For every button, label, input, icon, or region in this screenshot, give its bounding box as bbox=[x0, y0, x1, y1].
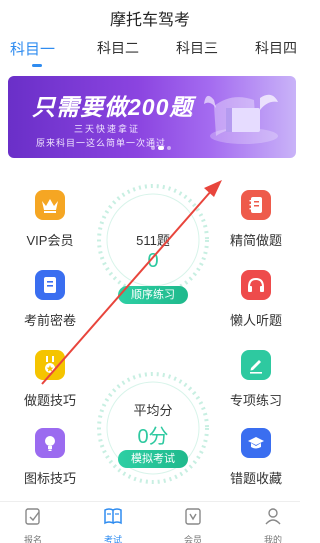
feature-vip[interactable]: VIP会员 bbox=[10, 190, 90, 249]
carousel-dot[interactable] bbox=[158, 146, 164, 150]
user-icon bbox=[265, 508, 281, 525]
banner-subtitle: 三天快速拿证 bbox=[74, 124, 141, 134]
carousel-dot[interactable] bbox=[151, 146, 155, 150]
nav-profile[interactable]: 我的 bbox=[248, 506, 298, 543]
tab-subject-1[interactable]: 科目一 bbox=[10, 38, 55, 59]
paper-icon bbox=[35, 270, 65, 300]
tab-subject-2[interactable]: 科目二 bbox=[97, 38, 139, 58]
subject-tabs: 科目一 科目二 科目三 科目四 bbox=[0, 38, 300, 64]
mock-exam-dial[interactable]: 平均分 0分 模拟考试 bbox=[95, 370, 211, 486]
question-count: 511题 bbox=[136, 233, 170, 248]
book-icon bbox=[104, 508, 122, 525]
nav-member[interactable]: 会员 bbox=[168, 506, 218, 543]
average-score-label: 平均分 bbox=[133, 403, 173, 418]
feature-condensed-practice[interactable]: 精简做题 bbox=[216, 190, 296, 249]
feature-sign-tips[interactable]: 图标技巧 bbox=[10, 428, 90, 487]
crown-icon bbox=[35, 190, 65, 220]
book-illustration-icon bbox=[204, 94, 278, 144]
feature-mistakes[interactable]: 错题收藏 bbox=[216, 428, 296, 487]
nav-exam[interactable]: 考试 bbox=[88, 506, 138, 543]
feature-label: 专项练习 bbox=[229, 393, 282, 408]
banner-tagline: 原来科目一这么简单一次通过 bbox=[36, 138, 167, 148]
headphone-icon bbox=[241, 270, 271, 300]
nav-label: 我的 bbox=[263, 535, 282, 543]
vip-card-icon bbox=[185, 508, 201, 525]
feature-label: 做题技巧 bbox=[23, 393, 76, 408]
feature-listen[interactable]: 懒人听题 bbox=[216, 270, 296, 329]
nav-signup[interactable]: 报名 bbox=[8, 506, 58, 543]
average-score: 0分 bbox=[137, 426, 169, 448]
edit-icon bbox=[241, 350, 271, 380]
feature-label: 懒人听题 bbox=[229, 313, 282, 328]
nav-label: 考试 bbox=[103, 535, 122, 543]
active-tab-indicator bbox=[32, 64, 42, 67]
signup-icon bbox=[25, 508, 40, 525]
page-title: 摩托车驾考 bbox=[109, 12, 190, 29]
feature-label: 错题收藏 bbox=[229, 471, 282, 486]
feature-exam-paper[interactable]: 考前密卷 bbox=[10, 270, 90, 329]
feature-label: 精简做题 bbox=[229, 233, 282, 248]
graduation-cap-icon bbox=[241, 428, 271, 458]
mock-exam-button[interactable]: 模拟考试 bbox=[118, 450, 188, 468]
feature-label: 图标技巧 bbox=[23, 471, 76, 486]
tab-subject-4[interactable]: 科目四 bbox=[255, 38, 297, 58]
feature-special-practice[interactable]: 专项练习 bbox=[216, 350, 296, 409]
practice-progress: 0 bbox=[147, 250, 159, 272]
bulb-icon bbox=[35, 428, 65, 458]
carousel-dot[interactable] bbox=[167, 146, 171, 150]
feature-tips[interactable]: 做题技巧 bbox=[10, 350, 90, 409]
notebook-icon bbox=[241, 190, 271, 220]
tab-subject-3[interactable]: 科目三 bbox=[176, 38, 218, 58]
sequential-practice-dial[interactable]: 511题 0 顺序练习 bbox=[95, 182, 211, 304]
promo-banner[interactable]: 只需要做200题 三天快速拿证 原来科目一这么简单一次通过 bbox=[8, 76, 296, 158]
nav-label: 会员 bbox=[183, 535, 202, 543]
medal-icon bbox=[35, 350, 65, 380]
feature-label: VIP会员 bbox=[26, 233, 74, 248]
sequential-practice-button[interactable]: 顺序练习 bbox=[118, 286, 188, 304]
feature-label: 考前密卷 bbox=[23, 313, 76, 328]
carousel-indicator bbox=[151, 146, 171, 150]
banner-headline: 只需要做200题 bbox=[32, 94, 194, 120]
bottom-navigation: 报名 考试 会员 我的 bbox=[0, 501, 300, 543]
nav-label: 报名 bbox=[23, 535, 42, 543]
